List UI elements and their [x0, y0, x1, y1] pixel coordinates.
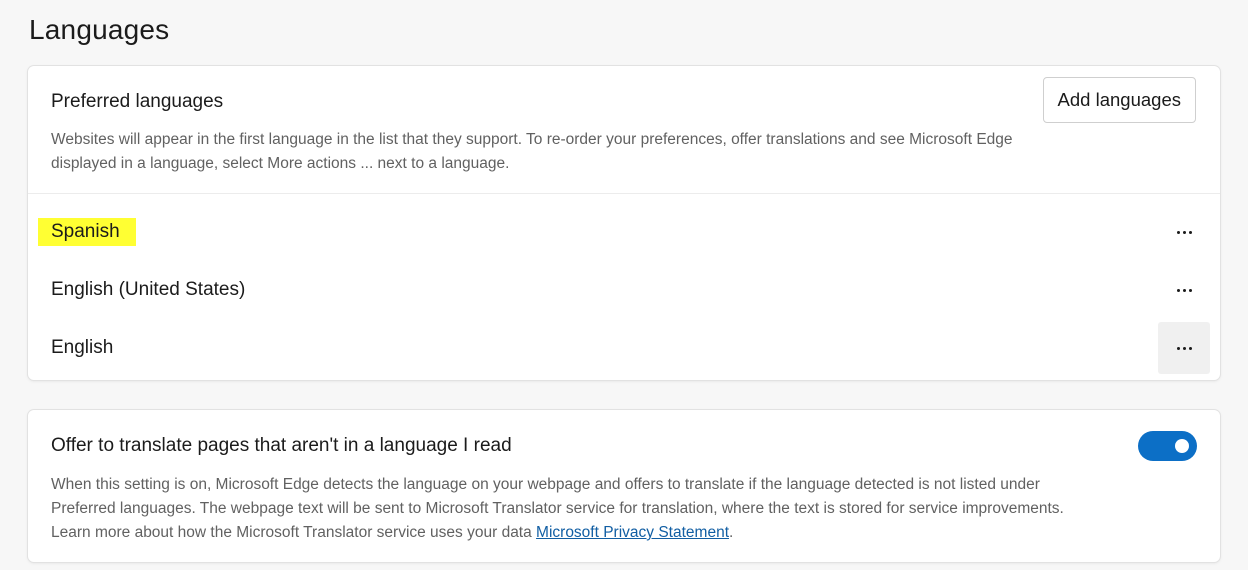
description-line: Learn more about how the Microsoft Trans…	[51, 521, 1064, 545]
language-row-spanish: Spanish	[28, 205, 1220, 259]
more-actions-button[interactable]	[1158, 206, 1210, 258]
description-line: displayed in a language, select More act…	[51, 155, 510, 172]
description-text: Learn more about how the Microsoft Trans…	[51, 524, 537, 541]
preferred-languages-description: Websites will appear in the first langua…	[51, 128, 1013, 176]
language-name: Spanish	[38, 218, 136, 246]
preferred-languages-heading: Preferred languages	[51, 91, 224, 112]
description-line: Websites will appear in the first langua…	[51, 131, 1013, 148]
more-horizontal-icon	[1176, 346, 1192, 350]
trailing-period: .	[729, 524, 734, 541]
page-title: Languages	[29, 14, 170, 45]
translate-toggle[interactable]	[1138, 431, 1197, 461]
translate-card: Offer to translate pages that aren't in …	[28, 410, 1220, 562]
language-row-english: English	[28, 321, 1220, 375]
language-row-english-us: English (United States)	[28, 263, 1220, 317]
more-horizontal-icon	[1176, 230, 1192, 234]
settings-page: Languages Preferred languages Add langua…	[0, 0, 1248, 570]
preferred-languages-card: Preferred languages Add languages Websit…	[28, 66, 1220, 380]
language-name: English (United States)	[51, 279, 246, 300]
description-line: When this setting is on, Microsoft Edge …	[51, 476, 1040, 493]
more-actions-button[interactable]	[1158, 322, 1210, 374]
divider	[28, 193, 1220, 194]
translate-description: When this setting is on, Microsoft Edge …	[51, 473, 1064, 545]
language-name: English	[51, 337, 114, 358]
translate-heading: Offer to translate pages that aren't in …	[51, 435, 512, 456]
privacy-statement-link[interactable]: Microsoft Privacy Statement	[536, 524, 729, 541]
more-actions-button[interactable]	[1158, 264, 1210, 316]
more-horizontal-icon	[1176, 288, 1192, 292]
add-languages-button[interactable]: Add languages	[1042, 77, 1196, 123]
description-line: Preferred languages. The webpage text wi…	[51, 500, 1064, 517]
toggle-knob	[1175, 439, 1189, 453]
